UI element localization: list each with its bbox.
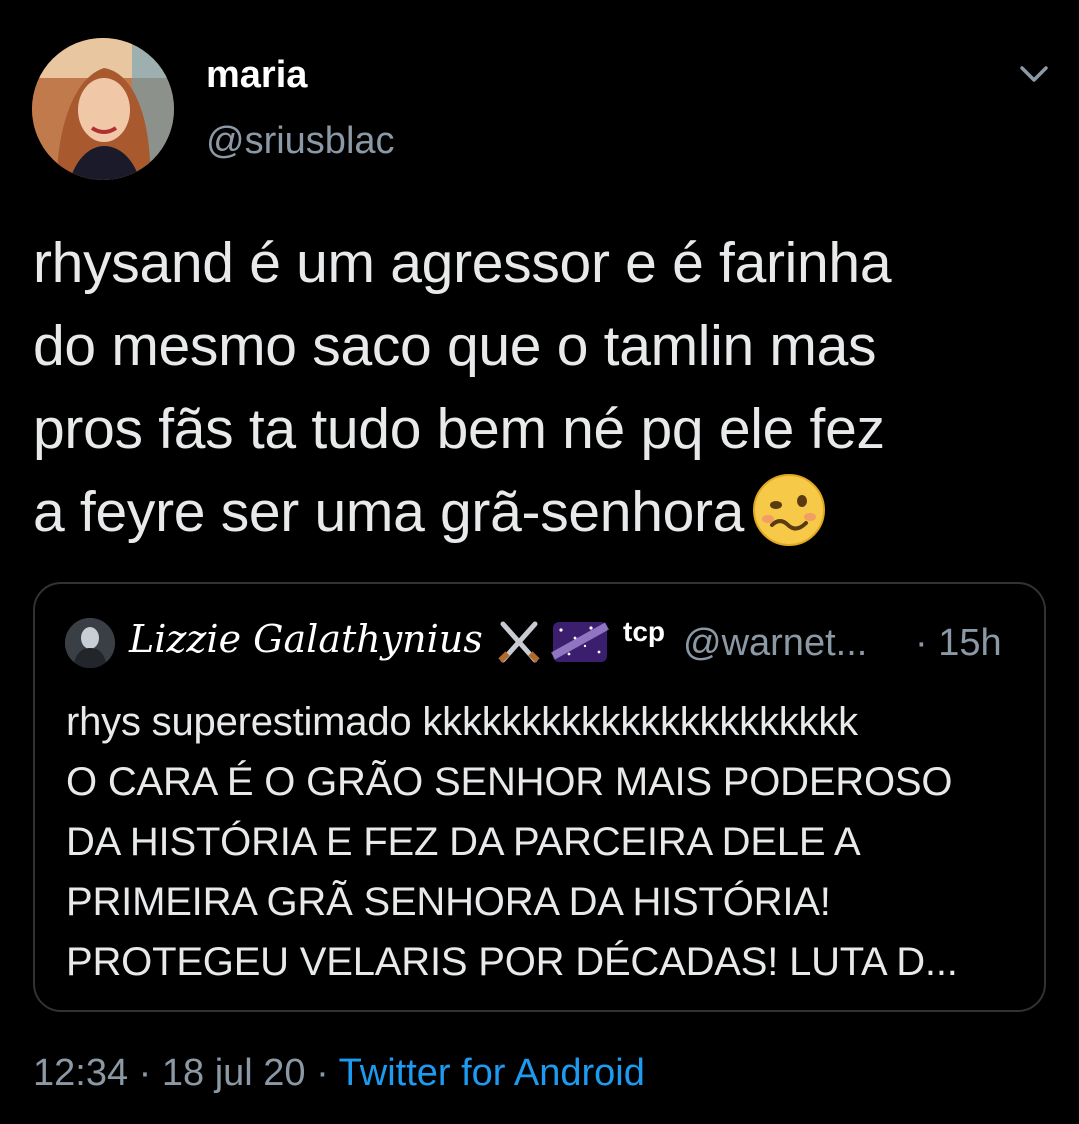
quoted-time: 15h — [938, 622, 1002, 664]
quoted-text-line: DA HISTÓRIA E FEZ DA PARCEIRA DELE A — [66, 820, 861, 864]
tweet-time: 12:34 — [33, 1052, 129, 1094]
quoted-text-line: O CARA É O GRÃO SENHOR MAIS PODEROSO — [66, 760, 953, 804]
tweet-text: rhysand é um agressor e é farinha do mes… — [33, 222, 1053, 554]
quoted-text-line: PRIMEIRA GRÃ SENHORA DA HISTÓRIA! — [66, 880, 831, 924]
tweet-text-line: a feyre ser uma grã-senhora — [33, 471, 1053, 554]
quoted-timestamp: · 15h — [915, 620, 1002, 666]
author-name[interactable]: maria — [206, 52, 307, 98]
quoted-author-avatar — [65, 618, 115, 668]
quoted-tweet-text: rhys superestimado kkkkkkkkkkkkkkkkkkkkk… — [66, 692, 1026, 992]
tweet-text-line: pros fãs ta tudo bem né pq ele fez — [33, 397, 885, 461]
quoted-tweet[interactable]: Lizzie Galathynius tcp @warnet... · 15h … — [33, 582, 1046, 1012]
woozy-face-icon — [753, 474, 826, 546]
quoted-text-line: rhys superestimado kkkkkkkkkkkkkkkkkkkkk… — [66, 700, 858, 744]
quoted-name-emojis — [498, 621, 609, 663]
tweet-metadata: 12:34 · 18 jul 20 · Twitter for Android — [33, 1048, 645, 1098]
chevron-down-icon[interactable] — [1014, 60, 1054, 90]
tweet-source-link[interactable]: Twitter for Android — [339, 1052, 645, 1094]
quoted-author-handle: @warnet... — [683, 622, 868, 664]
author-avatar[interactable] — [32, 38, 174, 180]
quoted-badge: tcp — [623, 616, 665, 647]
quoted-text-line: PROTEGEU VELARIS POR DÉCADAS! LUTA D... — [66, 940, 958, 984]
milky-way-icon — [551, 622, 609, 662]
meta-separator: · — [128, 1052, 162, 1094]
quoted-author-name: Lizzie Galathynius — [129, 617, 483, 661]
tweet-text-line: rhysand é um agressor e é farinha — [33, 231, 892, 295]
author-handle[interactable]: @sriusblac — [206, 118, 395, 164]
tweet-text-line: do mesmo saco que o tamlin mas — [33, 314, 877, 378]
meta-separator: · — [305, 1052, 339, 1094]
tweet-text-segment: a feyre ser uma grã-senhora — [33, 480, 745, 544]
tweet-date: 18 jul 20 — [161, 1052, 306, 1094]
crossed-swords-icon — [498, 621, 540, 663]
quoted-separator: · — [915, 622, 928, 664]
